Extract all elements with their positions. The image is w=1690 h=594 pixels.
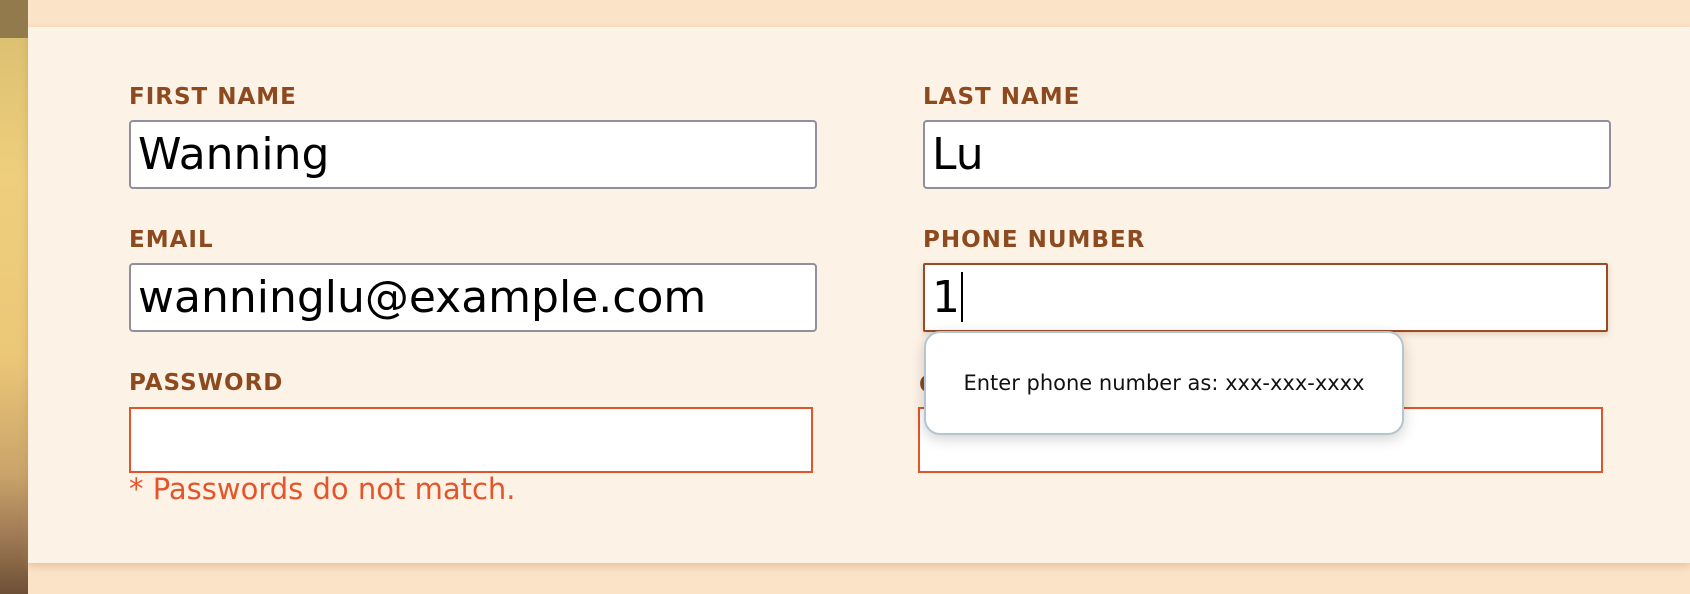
phone-number-value: 1 xyxy=(932,272,960,323)
last-name-label: LAST NAME xyxy=(923,84,1081,110)
phone-number-input[interactable]: 1 xyxy=(923,263,1608,332)
password-error-message: * Passwords do not match. xyxy=(129,472,516,506)
last-name-input[interactable]: Lu xyxy=(923,120,1611,189)
password-label: PASSWORD xyxy=(129,370,284,396)
first-name-input[interactable]: Wanning xyxy=(129,120,817,189)
password-input[interactable] xyxy=(129,407,813,473)
phone-number-label: PHONE NUMBER xyxy=(923,227,1146,253)
first-name-label: FIRST NAME xyxy=(129,84,297,110)
phone-validation-tooltip-text: Enter phone number as: xxx-xxx-xxxx xyxy=(963,371,1365,395)
background-image-strip xyxy=(0,0,28,594)
email-input[interactable]: wanninglu@example.com xyxy=(129,263,817,332)
email-label: EMAIL xyxy=(129,227,214,253)
phone-validation-tooltip: Enter phone number as: xxx-xxx-xxxx xyxy=(924,331,1404,435)
text-caret xyxy=(961,272,963,322)
